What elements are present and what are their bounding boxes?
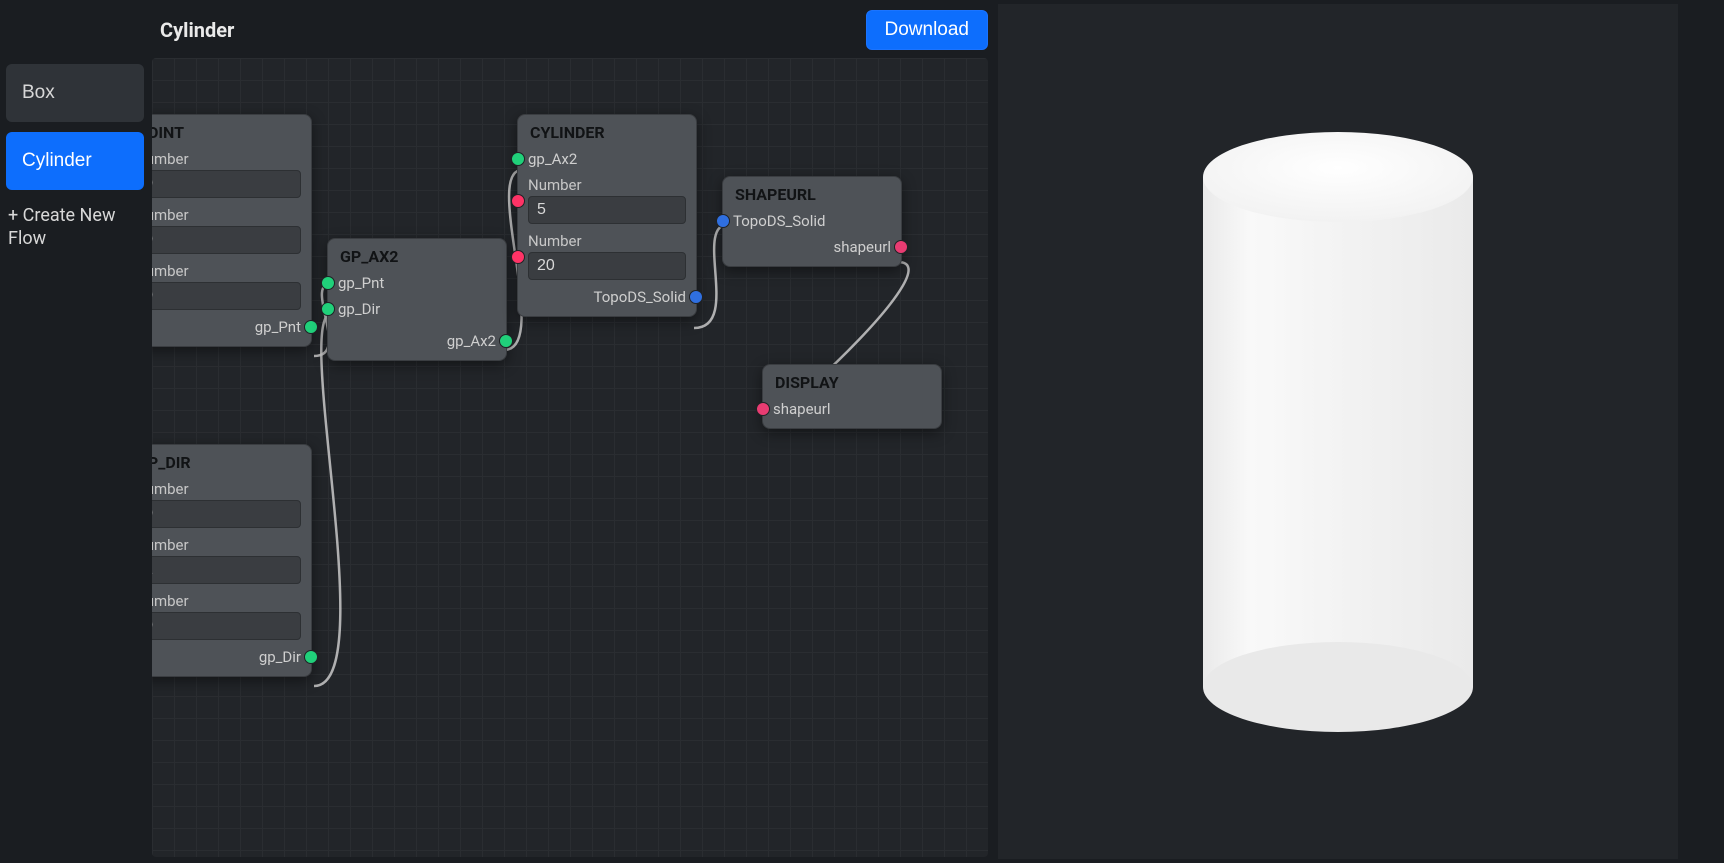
- port-in[interactable]: [511, 194, 525, 208]
- point-z-input[interactable]: [152, 282, 301, 310]
- field-label: Number: [528, 230, 686, 252]
- port-out[interactable]: [304, 320, 318, 334]
- port-label: gp_Ax2: [447, 332, 496, 350]
- port-in[interactable]: [321, 276, 335, 290]
- field-label: Number: [528, 174, 686, 196]
- node-title: GP_DIR: [152, 445, 311, 476]
- port-label: shapeurl: [773, 400, 831, 418]
- node-point[interactable]: POINT Number Number Number gp_Pnt: [152, 114, 312, 347]
- field-label: Number: [152, 260, 301, 282]
- node-cylinder[interactable]: CYLINDER gp_Ax2 Number Number TopoDS_Sol…: [517, 114, 697, 317]
- field-label: Number: [152, 204, 301, 226]
- dir-z-input[interactable]: [152, 612, 301, 640]
- header: Cylinder Download: [150, 0, 994, 58]
- port-label: TopoDS_Solid: [594, 288, 687, 306]
- sidebar: Box Cylinder + Create New Flow: [0, 0, 150, 863]
- field-label: Number: [152, 148, 301, 170]
- port-out[interactable]: [894, 240, 908, 254]
- field-label: Number: [152, 478, 301, 500]
- field-label: Number: [152, 590, 301, 612]
- node-title: CYLINDER: [518, 115, 696, 146]
- port-in[interactable]: [716, 214, 730, 228]
- node-shapeurl[interactable]: SHAPEURL TopoDS_Solid shapeurl: [722, 176, 902, 267]
- point-y-input[interactable]: [152, 226, 301, 254]
- port-in[interactable]: [511, 152, 525, 166]
- node-title: SHAPEURL: [723, 177, 901, 208]
- port-out[interactable]: [304, 650, 318, 664]
- node-canvas[interactable]: POINT Number Number Number gp_Pnt GP_DIR: [152, 58, 988, 857]
- port-in[interactable]: [321, 302, 335, 316]
- download-button[interactable]: Download: [866, 10, 989, 50]
- create-new-flow-link[interactable]: + Create New Flow: [6, 200, 144, 255]
- dir-y-input[interactable]: [152, 556, 301, 584]
- port-out[interactable]: [689, 290, 703, 304]
- sidebar-item-box[interactable]: Box: [6, 64, 144, 122]
- node-gp-dir[interactable]: GP_DIR Number Number Number gp_Dir: [152, 444, 312, 677]
- port-in[interactable]: [511, 250, 525, 264]
- cyl-height-input[interactable]: [528, 252, 686, 280]
- port-out[interactable]: [499, 334, 513, 348]
- node-title: POINT: [152, 115, 311, 146]
- dir-x-input[interactable]: [152, 500, 301, 528]
- node-display[interactable]: DISPLAY shapeurl: [762, 364, 942, 429]
- cylinder-render: [1163, 122, 1513, 742]
- point-x-input[interactable]: [152, 170, 301, 198]
- port-label: TopoDS_Solid: [733, 212, 826, 230]
- main-column: Cylinder Download POINT Number Number Nu…: [150, 0, 994, 863]
- port-label: gp_Dir: [259, 648, 301, 666]
- port-label: gp_Dir: [338, 300, 380, 318]
- cyl-radius-input[interactable]: [528, 196, 686, 224]
- field-label: Number: [152, 534, 301, 556]
- port-in[interactable]: [756, 402, 770, 416]
- node-gp-ax2[interactable]: GP_AX2 gp_Pnt gp_Dir gp_Ax2: [327, 238, 507, 361]
- sidebar-item-cylinder[interactable]: Cylinder: [6, 132, 144, 190]
- node-title: DISPLAY: [763, 365, 941, 396]
- port-label: gp_Pnt: [338, 274, 384, 292]
- viewport-3d[interactable]: [998, 4, 1678, 859]
- port-label: gp_Ax2: [528, 150, 577, 168]
- port-label: shapeurl: [833, 238, 891, 256]
- port-label: gp_Pnt: [255, 318, 301, 336]
- page-title: Cylinder: [160, 18, 234, 42]
- node-title: GP_AX2: [328, 239, 506, 270]
